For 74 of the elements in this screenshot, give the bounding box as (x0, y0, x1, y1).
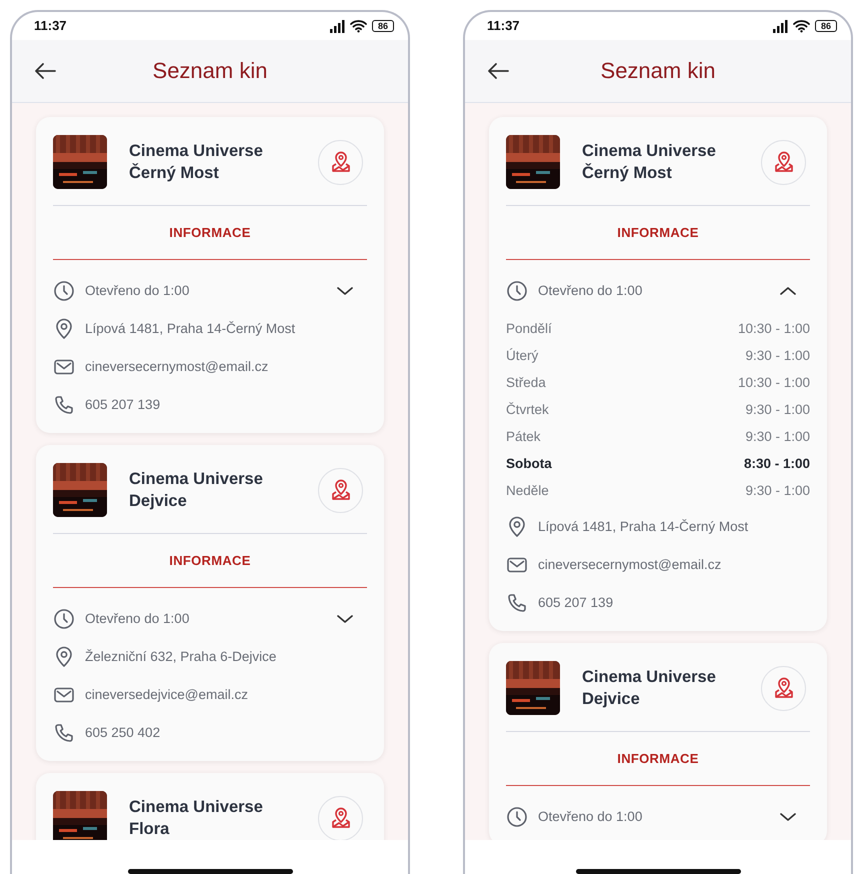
opening-hours-toggle[interactable]: Otevřeno do 1:00 (53, 600, 367, 638)
wifi-icon (350, 19, 367, 33)
info-tab[interactable]: INFORMACE (53, 534, 367, 588)
weekday-label: Středa (506, 374, 546, 392)
signal-icon (773, 20, 788, 32)
map-button[interactable] (318, 796, 363, 840)
page-title: Seznam kin (152, 58, 268, 84)
cinema-name: Cinema Universe Černý Most (582, 141, 717, 184)
opening-hours-toggle[interactable]: Otevřeno do 1:00 (506, 798, 810, 836)
chevron-up-icon (780, 286, 796, 296)
map-pin-icon (330, 807, 352, 829)
opening-hours-toggle[interactable]: Otevřeno do 1:00 (506, 272, 810, 310)
chevron-down-icon (337, 286, 353, 296)
phone-icon (53, 722, 75, 744)
map-button[interactable] (761, 140, 806, 184)
clock-icon (506, 806, 528, 828)
back-arrow-icon (34, 62, 57, 80)
phone-number: 605 207 139 (538, 594, 614, 612)
opening-hours: 8:30 - 1:00 (744, 455, 810, 474)
opening-hours-toggle[interactable]: Otevřeno do 1:00 (53, 272, 367, 310)
weekday-label: Neděle (506, 482, 549, 500)
signal-icon (330, 20, 345, 32)
map-button[interactable] (318, 140, 363, 184)
email-text: cineversecernymost@email.cz (85, 358, 268, 376)
location-pin-icon (506, 516, 528, 538)
cinema-name: Cinema Universe Dejvice (129, 469, 264, 512)
phone-number: 605 250 402 (85, 724, 160, 742)
info-tab[interactable]: INFORMACE (506, 206, 810, 260)
opening-hours: 10:30 - 1:00 (738, 320, 810, 338)
email-text: cineversecernymost@email.cz (538, 556, 722, 574)
address-text: Železniční 632, Praha 6-Dejvice (85, 648, 276, 666)
address-text: Lípová 1481, Praha 14-Černý Most (538, 518, 748, 536)
location-pin-icon (53, 318, 75, 340)
clock-icon (506, 280, 528, 302)
map-button[interactable] (761, 666, 806, 710)
battery-level: 86 (372, 20, 394, 32)
map-pin-icon (772, 151, 794, 173)
opening-hours: 9:30 - 1:00 (745, 347, 810, 366)
clock-icon (53, 608, 75, 630)
battery-level: 86 (815, 20, 837, 32)
cinema-name: Cinema Universe Dejvice (582, 667, 717, 710)
back-button[interactable] (34, 62, 57, 80)
status-time: 11:37 (487, 17, 520, 36)
clock-icon (53, 280, 75, 302)
map-pin-icon (330, 151, 352, 173)
phone-icon (53, 394, 75, 416)
map-button[interactable] (318, 468, 363, 512)
cinema-name: Cinema Universe Černý Most (129, 141, 264, 184)
weekday-label: Sobota (506, 455, 552, 474)
wifi-icon (793, 19, 810, 33)
chevron-down-icon (337, 614, 353, 624)
map-pin-icon (772, 677, 794, 699)
weekday-label: Úterý (506, 347, 538, 366)
phone-icon (506, 592, 528, 614)
weekday-label: Čtvrtek (506, 401, 549, 420)
info-tab[interactable]: INFORMACE (53, 206, 367, 260)
address-text: Lípová 1481, Praha 14-Černý Most (85, 320, 296, 338)
opening-hours: 9:30 - 1:00 (745, 401, 810, 420)
email-text: cineversedejvice@email.cz (85, 686, 248, 704)
page-title: Seznam kin (600, 58, 716, 84)
map-pin-icon (330, 479, 352, 501)
phone-number: 605 207 139 (85, 396, 160, 414)
back-button[interactable] (487, 62, 510, 80)
weekday-label: Pátek (506, 428, 541, 446)
opening-hours: 9:30 - 1:00 (745, 482, 810, 500)
opening-hours: 10:30 - 1:00 (738, 374, 810, 392)
cinema-name: Cinema Universe Flora (129, 797, 264, 840)
info-tab[interactable]: INFORMACE (506, 732, 810, 786)
weekday-label: Pondělí (506, 320, 552, 338)
back-arrow-icon (487, 62, 510, 80)
chevron-down-icon (780, 812, 796, 822)
location-pin-icon (53, 646, 75, 668)
opening-hours: 9:30 - 1:00 (745, 428, 810, 446)
status-time: 11:37 (34, 17, 67, 36)
